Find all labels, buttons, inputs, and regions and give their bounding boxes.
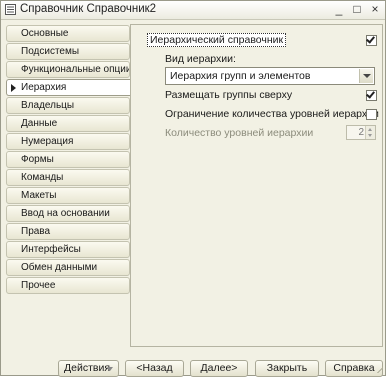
groups-on-top-checkbox[interactable] xyxy=(366,89,377,101)
hierarchy-kind-value: Иерархия групп и элементов xyxy=(170,70,311,82)
sidebar-item-templates[interactable]: Макеты xyxy=(6,187,130,204)
title-bar[interactable]: Справочник Справочник2 _ □ × xyxy=(1,1,385,20)
sidebar-item-label: Нумерация xyxy=(21,136,74,147)
levels-count-value: 2 xyxy=(358,127,364,138)
close-window-button[interactable]: × xyxy=(367,2,383,17)
sidebar-item-forms[interactable]: Формы xyxy=(6,151,130,168)
back-button[interactable]: <Назад xyxy=(125,360,184,377)
chevron-up-icon xyxy=(368,128,372,131)
stepper-buttons[interactable] xyxy=(365,126,375,139)
sidebar-item-label: Права xyxy=(21,226,51,237)
sidebar-item-basic[interactable]: Основные xyxy=(6,25,130,42)
dropdown-button[interactable] xyxy=(359,69,373,83)
chevron-down-icon xyxy=(363,74,371,78)
sidebar-item-commands[interactable]: Команды xyxy=(6,169,130,186)
chevron-down-icon xyxy=(107,367,113,371)
sidebar-item-label: Функциональные опции xyxy=(21,64,130,75)
sidebar-item-based-on[interactable]: Ввод на основании xyxy=(6,205,130,222)
sidebar-item-label: Прочее xyxy=(21,280,56,291)
configurator-window: Справочник Справочник2 _ □ × Основные По… xyxy=(0,0,386,377)
resize-grip[interactable] xyxy=(375,365,383,373)
sidebar-item-hierarchy[interactable]: Иерархия xyxy=(6,79,133,96)
hierarchy-kind-select[interactable]: Иерархия групп и элементов xyxy=(165,67,375,85)
window-title: Справочник Справочник2 xyxy=(20,3,157,15)
sidebar-item-data[interactable]: Данные xyxy=(6,115,130,132)
hierarchy-kind-label: Вид иерархии: xyxy=(165,53,236,65)
close-button[interactable]: Закрыть xyxy=(255,360,319,377)
checkmark-icon xyxy=(366,89,375,99)
sidebar-item-label: Подсистемы xyxy=(21,46,80,57)
sidebar-item-numbering[interactable]: Нумерация xyxy=(6,133,130,150)
chevron-down-icon xyxy=(368,134,372,137)
levels-count-stepper[interactable]: 2 xyxy=(346,125,376,140)
levels-count-label: Количество уровней иерархии xyxy=(165,127,314,139)
maximize-button[interactable]: □ xyxy=(349,2,365,17)
sidebar-item-data-exchange[interactable]: Обмен данными xyxy=(6,259,130,276)
sidebar: Основные Подсистемы Функциональные опции… xyxy=(4,24,133,355)
sidebar-item-owners[interactable]: Владельцы xyxy=(6,97,130,114)
sidebar-item-label: Основные xyxy=(21,28,69,39)
minimize-button[interactable]: _ xyxy=(331,2,347,17)
actions-button[interactable]: Действия xyxy=(58,360,119,377)
next-button[interactable]: Далее> xyxy=(190,360,248,377)
sidebar-item-label: Формы xyxy=(21,154,54,165)
sidebar-item-label: Ввод на основании xyxy=(21,208,110,219)
checkmark-icon xyxy=(366,34,375,44)
limit-levels-checkbox[interactable] xyxy=(366,109,377,120)
sidebar-item-rights[interactable]: Права xyxy=(6,223,130,240)
sidebar-item-functional-options[interactable]: Функциональные опции xyxy=(6,61,130,78)
actions-button-label: Действия xyxy=(64,362,111,374)
sidebar-item-label: Команды xyxy=(21,172,64,183)
catalog-icon xyxy=(5,4,16,15)
sidebar-item-label: Владельцы xyxy=(21,100,75,111)
sidebar-item-interfaces[interactable]: Интерфейсы xyxy=(6,241,130,258)
sidebar-item-label: Данные xyxy=(21,118,58,129)
sidebar-item-label: Макеты xyxy=(21,190,57,201)
hierarchical-catalog-checkbox[interactable] xyxy=(366,34,377,46)
sidebar-item-other[interactable]: Прочее xyxy=(6,277,130,294)
sidebar-item-subsystems[interactable]: Подсистемы xyxy=(6,43,130,60)
hierarchical-catalog-label[interactable]: Иерархический справочник xyxy=(147,33,287,47)
hierarchy-panel: Иерархический справочник Вид иерархии: И… xyxy=(130,24,383,347)
sidebar-item-label: Обмен данными xyxy=(21,262,98,273)
current-item-arrow-icon xyxy=(11,84,16,92)
sidebar-item-label: Интерфейсы xyxy=(21,244,81,255)
sidebar-item-label: Иерархия xyxy=(21,82,67,93)
groups-on-top-label: Размещать группы сверху xyxy=(165,89,293,101)
limit-levels-label: Ограничение количества уровней иерархии xyxy=(165,108,379,120)
